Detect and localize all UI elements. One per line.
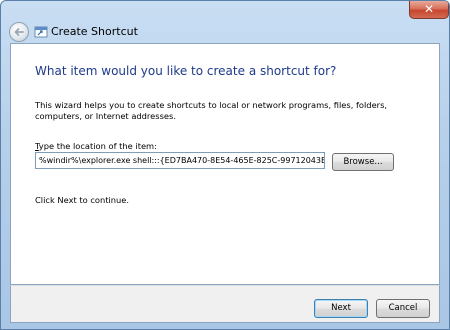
shortcut-icon	[34, 26, 48, 38]
title-bar: Create Shortcut ✕	[1, 1, 449, 43]
wizard-heading: What item would you like to create a sho…	[35, 64, 337, 78]
location-label: Type the location of the item:	[35, 141, 157, 151]
back-button[interactable]	[9, 22, 29, 42]
window-title: Create Shortcut	[51, 25, 138, 38]
browse-button[interactable]: Browse...	[332, 153, 394, 171]
back-arrow-icon	[14, 28, 24, 36]
continue-hint: Click Next to continue.	[35, 195, 130, 205]
cancel-button[interactable]: Cancel	[376, 299, 430, 318]
wizard-content: What item would you like to create a sho…	[10, 43, 440, 285]
close-icon: ✕	[423, 2, 435, 16]
location-label-text: ype the location of the item:	[38, 141, 157, 151]
wizard-description: This wizard helps you to create shortcut…	[35, 100, 388, 121]
close-button[interactable]: ✕	[409, 1, 449, 19]
next-button[interactable]: Next	[314, 299, 368, 318]
location-input[interactable]: %windir%\explorer.exe shell:::{ED7BA470-…	[35, 152, 325, 169]
create-shortcut-window: Create Shortcut ✕ What item would you li…	[0, 0, 450, 330]
